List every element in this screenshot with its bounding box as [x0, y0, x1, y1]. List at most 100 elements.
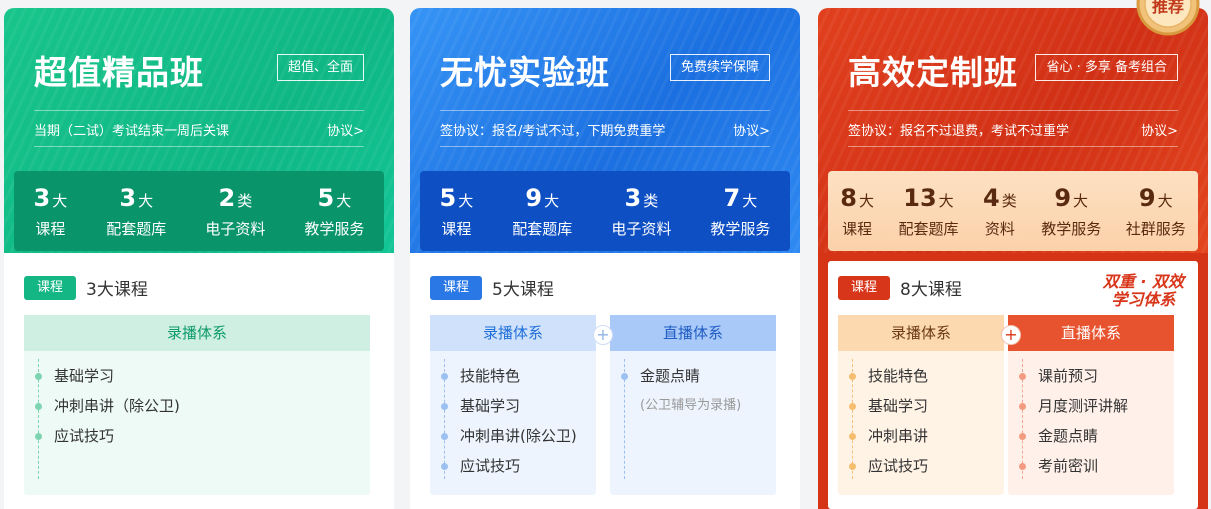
course-row: 课程 8大课程 [838, 275, 962, 300]
stat-label: 社群服务 [1125, 219, 1186, 238]
stat-number: 9 [525, 183, 543, 212]
recorded-panel: 录播体系 基础学习 冲刺串讲（除公卫) 应试技巧 [24, 315, 370, 495]
card-title: 高效定制班 [848, 53, 1018, 92]
card-body: 课程 8大课程 双重 · 双效 学习体系 录播体系 技能特色 基础学习 冲刺串讲… [818, 253, 1208, 509]
course-badge: 课程 [838, 275, 890, 300]
list-item: 月度测评讲解 [1019, 391, 1174, 421]
list-item: 冲刺串讲 [849, 421, 1004, 451]
list-item: 应试技巧 [441, 451, 596, 481]
recorded-panel: 录播体系 技能特色 基础学习 冲刺串讲(除公卫) 应试技巧 [430, 315, 596, 495]
panel-list: 技能特色 基础学习 冲刺串讲(除公卫) 应试技巧 [430, 351, 596, 481]
stat-number: 8 [840, 183, 857, 212]
stat-unit: 大 [458, 191, 474, 210]
stat-item: 3 大配套题库 [106, 184, 166, 239]
stat-item: 5 大课程 [440, 184, 474, 239]
divider [848, 110, 1178, 111]
stat-item: 8 大课程 [840, 184, 874, 239]
course-card-custom[interactable]: 高效定制班 省心 · 多享 备考组合 签协议：报名不过退费，考试不过重学 协议>… [818, 8, 1208, 509]
stat-label: 课程 [441, 219, 472, 238]
panel-list: 课前预习 月度测评讲解 金题点睛 考前密训 [1008, 351, 1174, 481]
stat-label: 课程 [35, 219, 66, 238]
stat-number: 9 [1138, 183, 1156, 212]
list-item: 冲刺串讲(除公卫) [441, 421, 596, 451]
stat-label: 教学服务 [710, 219, 771, 238]
stat-number: 4 [982, 183, 1000, 212]
stat-number: 5 [439, 183, 457, 212]
divider [34, 110, 364, 111]
stat-item: 3 类电子资料 [611, 184, 671, 239]
recommend-medal-icon: 推荐 [1136, 0, 1200, 36]
stat-item: 3 大课程 [34, 184, 68, 239]
stat-unit: 大 [138, 191, 154, 210]
stats-bar: 5 大课程 9 大配套题库 3 类电子资料 7 大教学服务 [420, 171, 790, 251]
card-tag: 免费续学保障 [669, 54, 770, 81]
recommend-label: 推荐 [1152, 0, 1184, 16]
stat-label: 课程 [842, 219, 873, 238]
list-item: 冲刺串讲（除公卫) [35, 391, 370, 421]
stat-label: 电子资料 [611, 219, 672, 238]
stat-number: 3 [33, 183, 51, 212]
list-item: 基础学习 [441, 391, 596, 421]
list-item: 应试技巧 [35, 421, 370, 451]
stat-number: 9 [1054, 183, 1072, 212]
course-badge: 课程 [430, 275, 482, 300]
list-item: 考前密训 [1019, 451, 1174, 481]
card-body: 课程 5大课程 录播体系 技能特色 基础学习 冲刺串讲(除公卫) 应试技巧 + … [410, 253, 800, 509]
stat-number: 7 [723, 183, 741, 212]
slogan-line: 学习体系 [1111, 290, 1176, 309]
list-item: 技能特色 [849, 361, 1004, 391]
stat-item: 9 大教学服务 [1041, 184, 1101, 239]
live-panel: 直播体系 课前预习 月度测评讲解 金题点睛 考前密训 [1008, 315, 1174, 495]
recorded-panel: 录播体系 技能特色 基础学习 冲刺串讲 应试技巧 [838, 315, 1004, 495]
panel-title: 录播体系 [430, 315, 596, 351]
list-item: 基础学习 [849, 391, 1004, 421]
stats-bar: 3 大课程 3 大配套题库 2 类电子资料 5 大教学服务 [14, 171, 384, 251]
stat-item: 4 类资料 [983, 184, 1017, 239]
list-item: 应试技巧 [849, 451, 1004, 481]
panel-title: 录播体系 [24, 315, 370, 351]
course-badge: 课程 [24, 275, 76, 300]
course-card-worry-free[interactable]: 无忧实验班 免费续学保障 签协议：报名/考试不过，下期免费重学 协议> 5 大课程… [410, 8, 800, 509]
panel-note: (公卫辅导为录播) [640, 398, 742, 413]
stat-label: 教学服务 [1041, 219, 1102, 238]
list-item: 课前预习 [1019, 361, 1174, 391]
panel-list: 金题点睛 (公卫辅导为录播) [610, 351, 776, 479]
stat-label: 电子资料 [205, 219, 266, 238]
card-body: 课程 3大课程 录播体系 基础学习 冲刺串讲（除公卫) 应试技巧 [4, 253, 394, 509]
agreement-link[interactable]: 协议> [327, 120, 364, 139]
agreement-link[interactable]: 协议> [1141, 120, 1178, 139]
stat-unit: 类 [1001, 191, 1017, 210]
stat-item: 2 类电子资料 [205, 184, 265, 239]
stat-unit: 类 [237, 191, 253, 210]
stat-number: 5 [317, 183, 335, 212]
stat-item: 9 大配套题库 [512, 184, 572, 239]
stat-label: 配套题库 [512, 219, 573, 238]
card-title: 无忧实验班 [440, 53, 610, 92]
panel-list: 技能特色 基础学习 冲刺串讲 应试技巧 [838, 351, 1004, 481]
list-item: 技能特色 [441, 361, 596, 391]
stat-unit: 大 [742, 191, 758, 210]
stat-item: 13 大配套题库 [898, 184, 958, 239]
card-tag: 超值、全面 [276, 54, 364, 81]
agreement-text: 签协议：报名不过退费，考试不过重学 [848, 124, 1070, 139]
plus-icon: + [1001, 325, 1021, 345]
stat-unit: 大 [544, 191, 560, 210]
stat-unit: 大 [1157, 191, 1173, 210]
stat-label: 配套题库 [898, 219, 959, 238]
stat-item: 5 大教学服务 [304, 184, 364, 239]
divider [848, 146, 1178, 147]
divider [34, 146, 364, 147]
panel-title: 录播体系 [838, 315, 1004, 351]
stat-number: 2 [218, 183, 236, 212]
agreement-link[interactable]: 协议> [733, 120, 770, 139]
panel-list: 基础学习 冲刺串讲（除公卫) 应试技巧 [24, 351, 370, 479]
stat-unit: 类 [643, 191, 659, 210]
list-item: 金题点睛 [621, 361, 776, 391]
course-count: 8大课程 [900, 280, 962, 300]
stat-unit: 大 [858, 191, 874, 210]
stat-unit: 大 [336, 191, 352, 210]
course-count: 3大课程 [86, 280, 148, 300]
list-item: 基础学习 [35, 361, 370, 391]
agreement-text: 签协议：报名/考试不过，下期免费重学 [440, 124, 666, 139]
course-card-premium[interactable]: 超值精品班 超值、全面 当期（二试）考试结束一周后关课 协议> 3 大课程 3大配… [4, 8, 394, 509]
